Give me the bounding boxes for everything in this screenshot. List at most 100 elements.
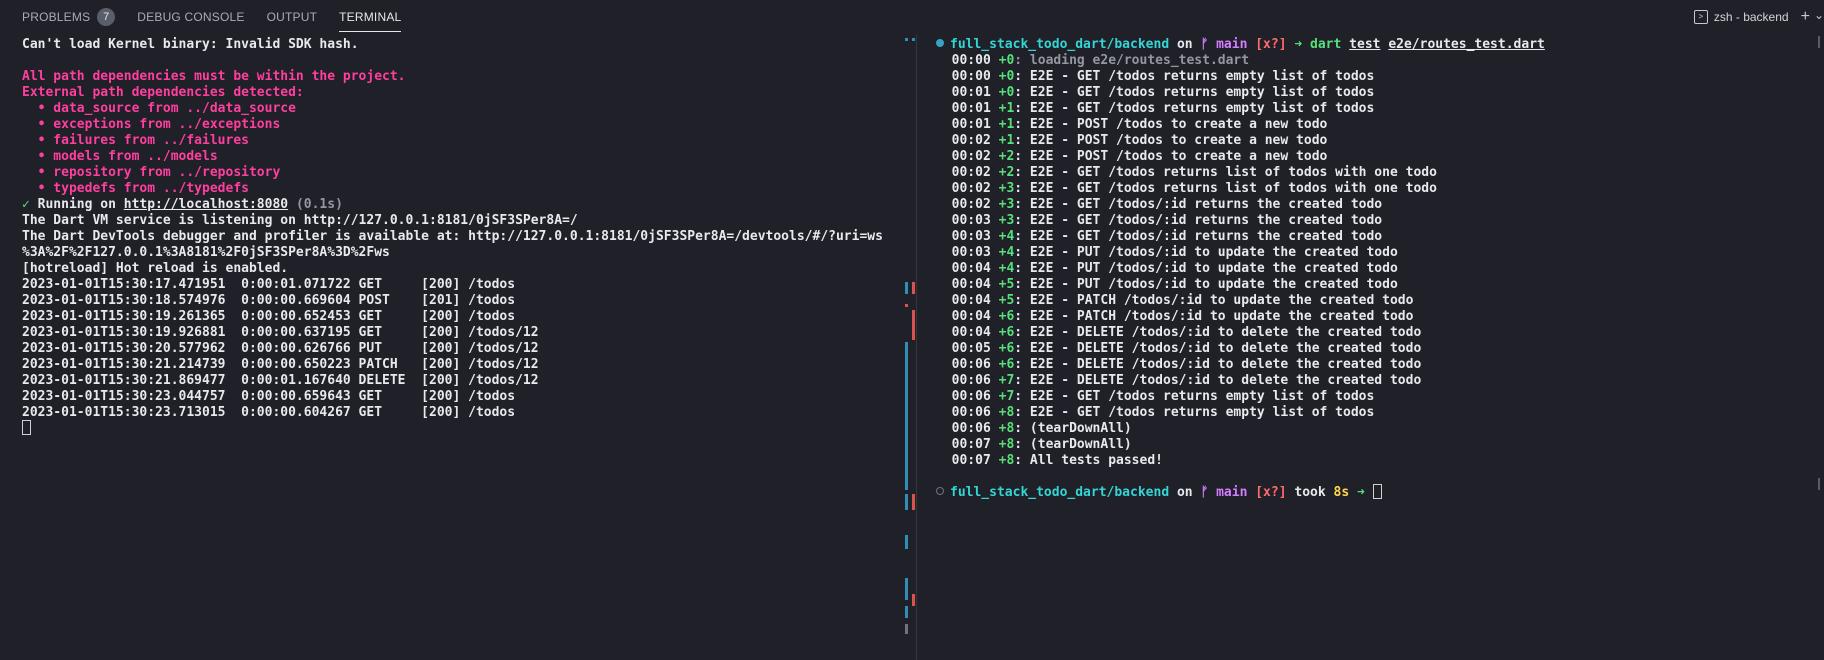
terminal-shell-icon: > [1693, 9, 1708, 24]
tab-terminal[interactable]: TERMINAL [339, 0, 402, 33]
terminal-line: [hotreload] Hot reload is enabled. [22, 261, 907, 277]
terminal-line: All path dependencies must be within the… [22, 69, 907, 85]
terminal-text: +1 [998, 117, 1015, 132]
terminal-text: : E2E - DELETE /todos/:id to delete the … [1014, 325, 1422, 340]
terminal-text: +8 [998, 421, 1015, 436]
tab-terminal-label: TERMINAL [339, 9, 402, 24]
terminal-text: ᚠ main [1200, 485, 1256, 500]
terminal-text: : E2E - DELETE /todos/:id to delete the … [1014, 357, 1422, 372]
command-status-dot-icon[interactable] [936, 487, 944, 495]
terminal-text: +6 [998, 309, 1015, 324]
terminal-text: 00:04 [936, 261, 999, 276]
terminal-text: : E2E - PATCH /todos/:id to update the c… [1014, 309, 1414, 324]
terminal-text: All path dependencies must be within the… [22, 69, 406, 84]
terminal-line: • typedefs from ../typedefs [22, 181, 907, 197]
terminal-text: : E2E - GET /todos returns empty list of… [1014, 69, 1375, 84]
terminal-text: 00:06 [936, 405, 999, 420]
terminal-right-output[interactable]: full_stack_todo_dart/backend on ᚠ main [… [936, 37, 1816, 501]
terminal-line: 00:00 +0: E2E - GET /todos returns empty… [936, 69, 1816, 85]
problems-count-badge: 7 [97, 7, 116, 26]
terminal-left-output[interactable]: Can't load Kernel binary: Invalid SDK ha… [22, 37, 907, 437]
gutter-decoration [905, 606, 908, 618]
tab-output[interactable]: OUTPUT [267, 0, 318, 33]
terminal-line: 00:06 +7: E2E - GET /todos returns empty… [936, 389, 1816, 405]
terminal-text: ➜ [1349, 485, 1373, 500]
chevron-down-icon[interactable]: ⌄ [1814, 8, 1824, 22]
terminal-text: +6 [998, 325, 1015, 340]
terminal-text: +1 [998, 133, 1015, 148]
terminal-text: 00:02 [936, 197, 999, 212]
terminal-text: +1 [998, 101, 1015, 116]
terminal-text: : (tearDownAll) [1014, 421, 1132, 436]
terminal-text: +2 [998, 149, 1015, 164]
terminal-text: • repository from ../repository [22, 165, 281, 180]
terminal-text: 00:04 [936, 277, 999, 292]
terminal-text: 2023-01-01T15:30:23.044757 0:00:00.65964… [22, 389, 516, 404]
terminal-text: : E2E - PUT /todos/:id to update the cre… [1014, 245, 1398, 260]
terminal-text: +0 [998, 53, 1015, 68]
terminal-text: 00:07 [936, 437, 999, 452]
gutter-decoration [912, 310, 915, 340]
terminal-text: 2023-01-01T15:30:17.471951 0:00:01.07172… [22, 277, 516, 292]
terminal-text: +3 [998, 213, 1015, 228]
terminal-line: 00:01 +0: E2E - GET /todos returns empty… [936, 85, 1816, 101]
command-status-dot-icon[interactable] [936, 39, 944, 47]
terminal-text: 2023-01-01T15:30:18.574976 0:00:00.66960… [22, 293, 516, 308]
terminal-line: 00:02 +3: E2E - GET /todos/:id returns t… [936, 197, 1816, 213]
terminal-line: ✓ Running on http://localhost:8080 (0.1s… [22, 197, 907, 213]
scrollbar-thumb[interactable] [1818, 478, 1820, 490]
terminal-line: External path dependencies detected: [22, 85, 907, 101]
terminal-line: 00:04 +5: E2E - PATCH /todos/:id to upda… [936, 293, 1816, 309]
terminal-text: +7 [998, 373, 1015, 388]
terminal-selector[interactable]: > zsh - backend [1693, 9, 1789, 24]
terminal-text: [x?] [1255, 485, 1287, 500]
terminal-text: 00:00 [936, 69, 999, 84]
split-divider[interactable] [916, 35, 917, 660]
tab-output-label: OUTPUT [266, 9, 318, 24]
terminal-text: ➜ [1286, 37, 1311, 52]
terminal-text: : E2E - GET /todos/:id returns the creat… [1014, 213, 1383, 228]
terminal-text: : E2E - DELETE /todos/:id to delete the … [1014, 373, 1422, 388]
terminal-text: 00:02 [936, 133, 999, 148]
new-terminal-plus-icon[interactable]: + [1801, 8, 1810, 26]
terminal-text: 00:06 [936, 373, 999, 388]
gutter-decoration [912, 38, 915, 41]
tab-problems[interactable]: PROBLEMS 7 [22, 0, 116, 33]
gutter-decoration [905, 38, 908, 41]
terminal-text: +3 [998, 197, 1015, 212]
terminal-line: 00:06 +8: E2E - GET /todos returns empty… [936, 405, 1816, 421]
terminal-text: %3A%2F%2F127.0.0.1%3A8181%2F0jSF3SPer8A%… [22, 245, 390, 260]
terminal-line: 00:01 +1: E2E - POST /todos to create a … [936, 117, 1816, 133]
terminal-text: : E2E - PATCH /todos/:id to update the c… [1014, 293, 1414, 308]
gutter-decoration [905, 304, 908, 307]
terminal-line: 00:03 +4: E2E - PUT /todos/:id to update… [936, 245, 1816, 261]
terminal-text: : E2E - GET /todos returns empty list of… [1014, 405, 1375, 420]
terminal-cursor [1372, 483, 1382, 499]
terminal-text: on [1169, 37, 1201, 52]
terminal-text: 00:05 [936, 341, 999, 356]
gutter-decoration [912, 494, 915, 510]
terminal-text: +6 [998, 357, 1015, 372]
terminal-line: • data_source from ../data_source [22, 101, 907, 117]
terminal-text: 00:02 [936, 165, 999, 180]
terminal-text: 00:04 [936, 293, 999, 308]
terminal-text: : (tearDownAll) [1014, 437, 1132, 452]
tab-problems-label: PROBLEMS [22, 9, 91, 24]
terminal-text[interactable]: test [1349, 37, 1380, 52]
tab-debug-console[interactable]: DEBUG CONSOLE [137, 0, 244, 33]
terminal-text: 00:01 [936, 101, 999, 116]
terminal-text: +4 [998, 261, 1015, 276]
terminal-line: 00:03 +3: E2E - GET /todos/:id returns t… [936, 213, 1816, 229]
terminal-text: 00:03 [936, 229, 999, 244]
terminal-line: 00:06 +6: E2E - DELETE /todos/:id to del… [936, 357, 1816, 373]
terminal-line: 00:02 +3: E2E - GET /todos returns list … [936, 181, 1816, 197]
terminal-line [22, 419, 907, 437]
scrollbar-thumb[interactable] [1818, 36, 1820, 48]
terminal-controls: > zsh - backend + ⌄ [1693, 0, 1824, 33]
terminal-text: 00:07 [936, 453, 999, 468]
terminal-text[interactable]: e2e/routes_test.dart [1388, 37, 1545, 52]
terminal-text[interactable]: http://localhost:8080 [124, 197, 288, 212]
gutter-decoration [912, 594, 915, 606]
terminal-text: : E2E - GET /todos returns empty list of… [1014, 85, 1375, 100]
terminal-text: 2023-01-01T15:30:19.926881 0:00:00.63719… [22, 325, 539, 340]
